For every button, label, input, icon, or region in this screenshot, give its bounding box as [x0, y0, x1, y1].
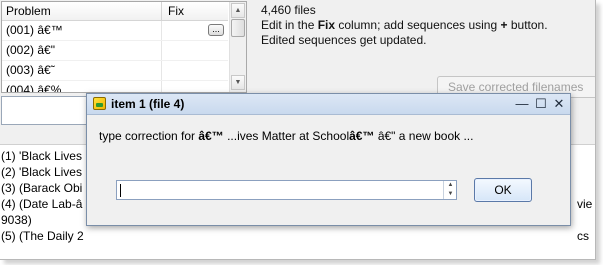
scroll-thumb[interactable] [231, 19, 245, 37]
list-item[interactable]: (5) (The Daily 2 [1, 228, 84, 244]
problem-cell[interactable]: (001) â€™ [2, 21, 162, 40]
correction-dialog: item 1 (file 4) — ☐ ✕ type correction fo… [86, 93, 571, 226]
fix-cell[interactable] [162, 41, 228, 60]
table-row[interactable]: (002) â€" [2, 41, 228, 61]
spin-arrows-icon[interactable]: ▲ ▼ [443, 181, 457, 199]
fix-cell[interactable] [162, 61, 228, 80]
list-item[interactable]: (4) (Date Lab-â [1, 196, 82, 212]
list-item[interactable]: 9038) [1, 212, 32, 228]
table-row[interactable]: (004) â€% [2, 81, 228, 92]
text-caret [120, 184, 121, 197]
dialog-title: item 1 (file 4) [111, 97, 185, 111]
instructions-line: Edit in the Fix column; add sequences us… [261, 18, 548, 32]
app-icon [93, 97, 106, 110]
fix-cell[interactable]: ... [162, 21, 228, 40]
list-item[interactable]: (1) 'Black Lives [1, 148, 82, 164]
column-header-problem[interactable]: Problem [2, 2, 162, 20]
table-row[interactable]: (001) â€™ ... [2, 21, 228, 41]
problem-grid[interactable]: Problem Fix (001) â€™ ... (002) â€" (003… [1, 1, 247, 93]
problem-cell[interactable]: (002) â€" [2, 41, 162, 60]
problem-cell[interactable]: (003) â€˜ [2, 61, 162, 80]
list-item[interactable]: (2) 'Black Lives [1, 164, 82, 180]
fix-cell[interactable] [162, 81, 228, 92]
column-header-fix[interactable]: Fix [162, 2, 228, 20]
list-item-fragment: cs [577, 229, 589, 243]
minimize-icon[interactable]: — [513, 95, 531, 113]
ok-button[interactable]: OK [474, 178, 532, 202]
list-item-fragment: vie [577, 197, 593, 211]
table-row[interactable]: (003) â€˜ [2, 61, 228, 81]
dialog-titlebar[interactable]: item 1 (file 4) — ☐ ✕ [87, 94, 570, 115]
dialog-prompt: type correction for â€™ ...ives Matter a… [99, 129, 474, 143]
scroll-down-icon[interactable]: ▼ [231, 75, 245, 90]
grid-scrollbar[interactable]: ▲ ▼ [229, 2, 246, 92]
file-count: 4,460 files [261, 3, 316, 17]
list-item[interactable]: (3) (Barack Obi [1, 180, 82, 196]
grid-header: Problem Fix [2, 2, 228, 21]
maximize-icon[interactable]: ☐ [532, 95, 550, 113]
close-icon[interactable]: ✕ [550, 95, 568, 113]
info-panel: 4,460 files Edit in the Fix column; add … [261, 3, 548, 48]
scroll-up-icon[interactable]: ▲ [231, 3, 245, 18]
instructions-line-2: Edited sequences get updated. [261, 33, 427, 47]
correction-input[interactable] [116, 180, 457, 200]
ellipsis-button[interactable]: ... [208, 24, 224, 36]
problem-cell[interactable]: (004) â€% [2, 81, 162, 92]
